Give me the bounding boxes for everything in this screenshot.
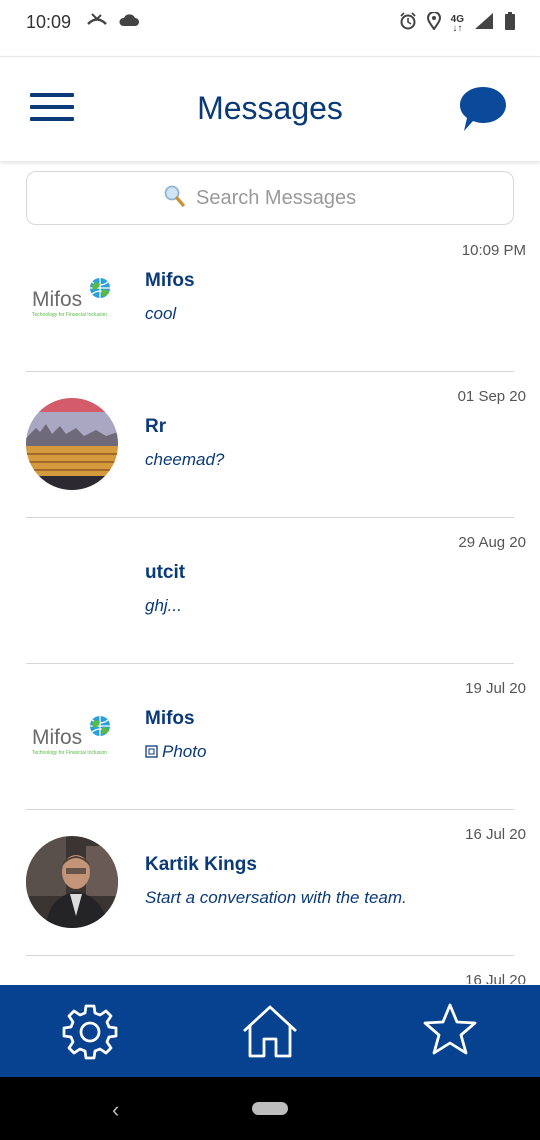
image-icon <box>145 743 158 763</box>
location-icon <box>426 11 441 35</box>
alarm-icon <box>399 12 417 35</box>
search-input[interactable] <box>194 185 378 211</box>
message-preview: cool <box>145 304 177 323</box>
conversation-item[interactable]: Mifos Technology for Financial Inclusion… <box>0 226 540 372</box>
message-time: 10:09 PM <box>461 242 526 259</box>
svg-text:Mifos: Mifos <box>32 726 82 749</box>
star-icon[interactable] <box>420 1001 480 1061</box>
home-pill[interactable] <box>252 1102 288 1115</box>
conversation-item[interactable]: 16 Jul 20 <box>0 956 540 984</box>
message-time: 16 Jul 20 <box>465 826 526 843</box>
network-4g-icon: 4G ↓↑ <box>450 13 464 34</box>
search-icon <box>162 184 186 213</box>
svg-text:Technology for Financial Inclu: Technology for Financial Inclusion <box>32 750 107 756</box>
message-time: 16 Jul 20 <box>465 972 526 984</box>
message-time: 01 Sep 20 <box>457 388 526 405</box>
message-preview: Photo <box>145 742 206 763</box>
svg-text:Mifos: Mifos <box>32 288 82 311</box>
avatar <box>26 398 118 490</box>
signal-icon <box>474 12 494 35</box>
contact-name: Mifos <box>145 270 195 291</box>
status-bar: 10:09 4G ↓↑ <box>0 0 540 46</box>
battery-icon <box>504 12 516 35</box>
conversation-item[interactable]: 16 Jul 20 Kartik Kings Start a conversat… <box>0 810 540 956</box>
preview-text: Photo <box>162 742 207 761</box>
conversation-item[interactable]: Mifos Technology for Financial Inclusion… <box>0 664 540 810</box>
chat-bubble-icon[interactable] <box>458 85 508 138</box>
contact-name: utcit <box>145 562 186 583</box>
missed-call-icon <box>86 12 108 35</box>
avatar <box>26 836 118 928</box>
system-navigation-bar: ‹ <box>0 1077 540 1140</box>
contact-name: Mifos <box>145 708 195 729</box>
message-preview: cheemad? <box>145 450 225 469</box>
app-bar: Messages <box>0 56 540 161</box>
mifos-logo: Mifos Technology for Financial Inclusion <box>30 276 114 320</box>
message-preview: ghj... <box>145 596 182 615</box>
mifos-logo: Mifos Technology for Financial Inclusion <box>30 714 114 758</box>
bottom-navigation <box>0 985 540 1077</box>
conversation-item[interactable]: 01 Sep 20 Rr cheemad? <box>0 372 540 518</box>
back-icon[interactable]: ‹ <box>112 1097 119 1123</box>
message-preview: Start a conversation with the team. <box>145 888 407 907</box>
conversation-list: Mifos Technology for Financial Inclusion… <box>0 226 540 984</box>
contact-name: Rr <box>145 416 167 437</box>
message-time: 19 Jul 20 <box>465 680 526 697</box>
conversation-item[interactable]: 29 Aug 20 utcit ghj... <box>0 518 540 664</box>
svg-text:Technology for Financial Inclu: Technology for Financial Inclusion <box>32 312 107 318</box>
settings-icon[interactable] <box>60 1001 120 1061</box>
cloud-icon <box>118 12 140 35</box>
status-right-icons: 4G ↓↑ <box>399 11 516 35</box>
home-icon[interactable] <box>240 1001 300 1061</box>
search-box[interactable] <box>26 171 514 225</box>
status-left-icons <box>86 12 140 35</box>
status-time: 10:09 <box>26 12 72 32</box>
contact-name: Kartik Kings <box>145 854 257 875</box>
message-time: 29 Aug 20 <box>458 534 526 551</box>
